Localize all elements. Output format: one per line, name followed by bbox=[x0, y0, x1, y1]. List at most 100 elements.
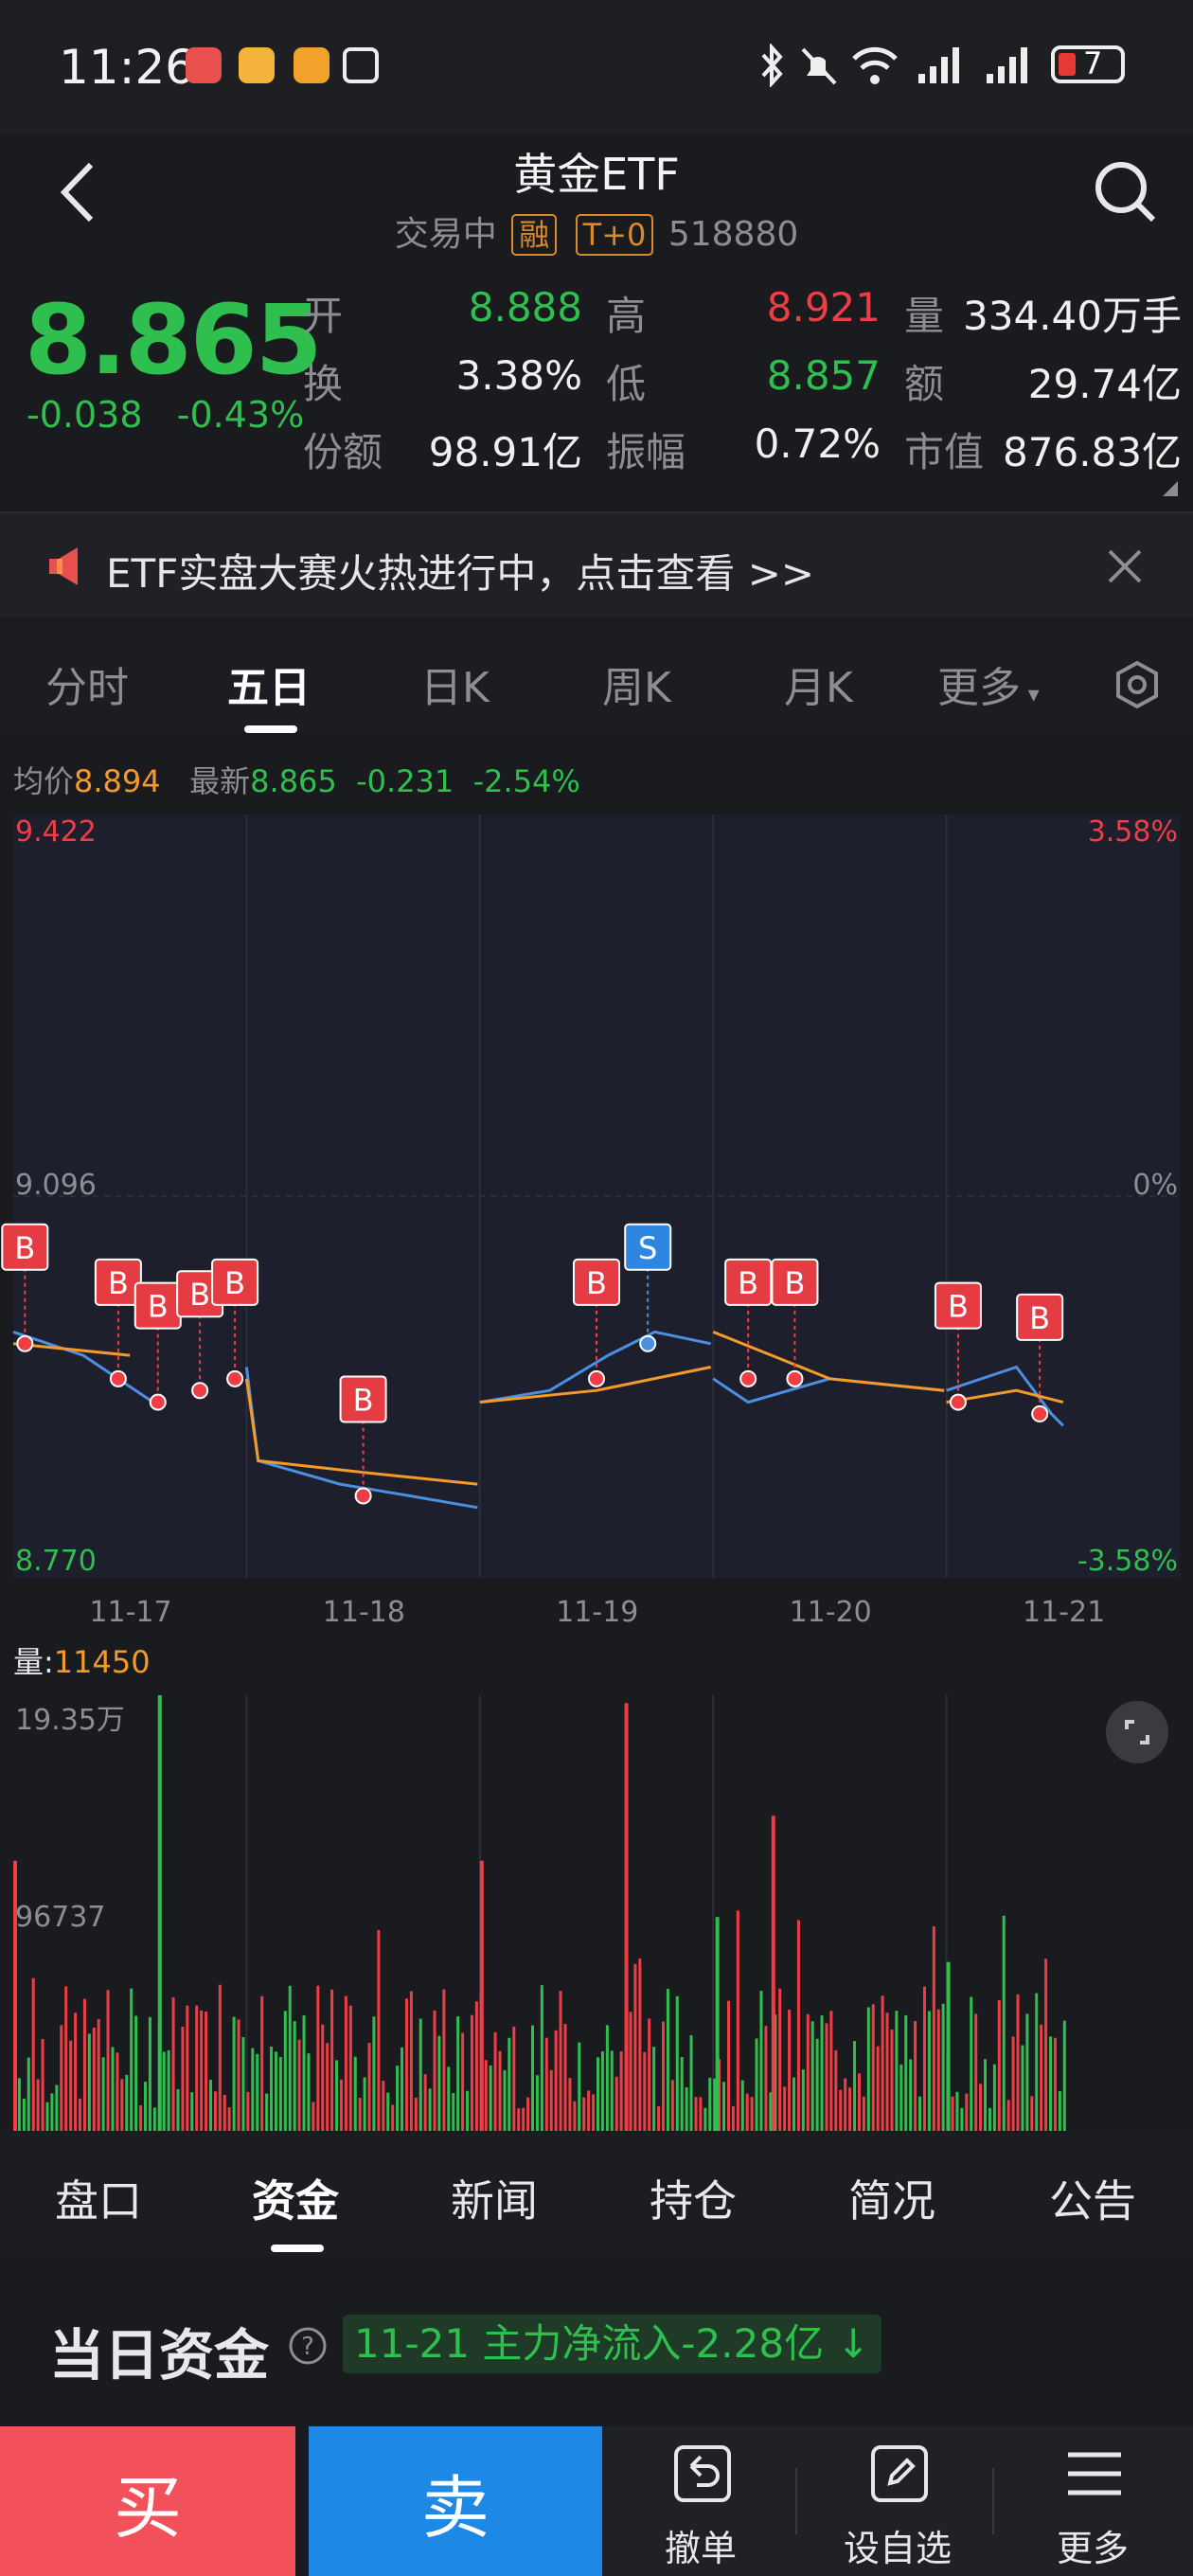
volume-bar bbox=[278, 2056, 282, 2131]
page-title: 黄金ETF bbox=[513, 149, 680, 200]
volume-bar bbox=[559, 1991, 562, 2131]
cancel-order-button[interactable]: 撤单 bbox=[606, 2426, 795, 2576]
info-tab-active-indicator bbox=[271, 2245, 324, 2252]
volume-bar bbox=[358, 2098, 362, 2131]
buy-button[interactable]: 买 bbox=[0, 2426, 295, 2576]
current-price: 8.865 bbox=[25, 284, 323, 397]
margin-tag: 融 bbox=[511, 214, 558, 256]
marker-label: B bbox=[189, 1277, 210, 1313]
volume-bar bbox=[801, 2069, 805, 2131]
volume-bar bbox=[181, 2026, 185, 2131]
volume-bar bbox=[489, 2065, 492, 2131]
y-tick-left: 9.422 bbox=[15, 815, 97, 849]
volume-bar bbox=[992, 2064, 996, 2131]
volume-bar bbox=[522, 2107, 525, 2131]
volume-bar bbox=[293, 2021, 296, 2131]
volume-label: 量: bbox=[13, 1644, 54, 1680]
volume-bar bbox=[909, 2059, 913, 2131]
volume-bar bbox=[1006, 2100, 1010, 2131]
volume-bar bbox=[442, 1989, 446, 2131]
price-change: -0.038 -0.43% bbox=[27, 394, 304, 436]
volume-bar bbox=[592, 2094, 596, 2131]
edit-icon bbox=[871, 2445, 928, 2502]
quote-label: 换 bbox=[303, 361, 344, 407]
tab-more[interactable]: 更多 ▾ bbox=[937, 653, 1040, 714]
help-icon[interactable]: ? bbox=[288, 2326, 328, 2366]
volume-bar bbox=[932, 1925, 935, 2131]
tab-five-day[interactable]: 五日 bbox=[227, 653, 311, 714]
volume-bar bbox=[474, 2001, 478, 2131]
volume-bar bbox=[297, 2039, 301, 2131]
sell-button[interactable]: 卖 bbox=[309, 2426, 602, 2576]
volume-bar bbox=[60, 2025, 63, 2131]
volume-bar bbox=[988, 2107, 991, 2131]
volume-bar bbox=[526, 2097, 530, 2131]
marker-label: B bbox=[948, 1289, 969, 1325]
tab-holdings[interactable]: 持仓 bbox=[650, 2167, 737, 2229]
volume-bar bbox=[45, 2102, 49, 2131]
volume-bar bbox=[17, 2078, 21, 2131]
close-icon[interactable] bbox=[1106, 547, 1144, 585]
expand-corner-icon[interactable] bbox=[1161, 479, 1180, 498]
volume-bar bbox=[605, 2025, 609, 2131]
volume-bar bbox=[433, 2010, 436, 2131]
search-icon[interactable] bbox=[1091, 157, 1159, 225]
y-tick-left: 9.096 bbox=[15, 1169, 97, 1202]
net-inflow-text: 11-21 主力净流入-2.28亿 bbox=[354, 2320, 825, 2367]
volume-bar bbox=[810, 2021, 814, 2131]
svg-text:?: ? bbox=[301, 2333, 314, 2361]
volume-bar bbox=[596, 2057, 599, 2131]
tab-announcements[interactable]: 公告 bbox=[1049, 2167, 1136, 2229]
x-tick-label: 11-17 bbox=[89, 1596, 171, 1629]
volume-spike bbox=[946, 1961, 951, 2131]
volume-bar bbox=[330, 1989, 334, 2131]
volume-spike bbox=[715, 1917, 720, 2131]
volume-bar bbox=[755, 2038, 758, 2131]
five-day-chart[interactable]: 9.422 9.096 8.770 3.58% 0% -3.58% 11-17 11-18 11… bbox=[0, 814, 1193, 2133]
volume-bar bbox=[256, 2053, 259, 2131]
trade-point bbox=[1031, 1404, 1049, 1422]
volume-bar bbox=[853, 2041, 857, 2131]
add-watchlist-button[interactable]: 设自选 bbox=[803, 2426, 992, 2576]
tab-intraday[interactable]: 分时 bbox=[45, 653, 129, 714]
volume-bar bbox=[246, 2091, 250, 2131]
volume-bar bbox=[703, 2107, 707, 2131]
volume-bar bbox=[876, 2046, 880, 2131]
volume-bar bbox=[139, 2105, 143, 2131]
volume-bar bbox=[404, 1998, 408, 2131]
volume-bar bbox=[101, 2057, 105, 2131]
volume-bar bbox=[97, 2019, 100, 2131]
volume-bar bbox=[148, 2016, 151, 2131]
avg-label: 均价 bbox=[13, 763, 75, 799]
more-button[interactable]: 更多 bbox=[998, 2426, 1187, 2576]
quote-label: 份额 bbox=[303, 429, 383, 475]
volume-bar bbox=[648, 2018, 651, 2131]
tab-daily-k[interactable]: 日K bbox=[420, 653, 490, 714]
volume-bar bbox=[918, 2096, 922, 2131]
tab-funds[interactable]: 资金 bbox=[252, 2167, 339, 2229]
marker-label: B bbox=[738, 1265, 758, 1301]
volume-bar bbox=[726, 2000, 730, 2131]
tab-monthly-k[interactable]: 月K bbox=[784, 653, 853, 714]
tab-weekly-k[interactable]: 周K bbox=[602, 653, 671, 714]
volume-bar bbox=[470, 2014, 473, 2131]
megaphone-icon bbox=[49, 547, 78, 585]
tab-news[interactable]: 新闻 bbox=[451, 2167, 538, 2229]
volume-bar bbox=[895, 2011, 899, 2131]
tab-more-label: 更多 bbox=[937, 664, 1021, 712]
volume-bar bbox=[176, 2089, 180, 2131]
tab-profile[interactable]: 简况 bbox=[848, 2167, 935, 2229]
volume-bar bbox=[829, 2011, 833, 2131]
volume-bar bbox=[208, 2080, 212, 2131]
trade-point bbox=[109, 1369, 127, 1387]
settings-icon[interactable] bbox=[1112, 659, 1163, 710]
divider bbox=[795, 2468, 797, 2534]
volume-bar bbox=[316, 1985, 320, 2131]
banner-text[interactable]: ETF实盘大赛火热进行中，点击查看 >> bbox=[106, 542, 814, 599]
volume-bar bbox=[50, 2093, 54, 2131]
volume-bar bbox=[251, 2048, 255, 2131]
fullscreen-button[interactable] bbox=[1106, 1701, 1168, 1763]
volume-bar bbox=[554, 2030, 558, 2131]
trade-point bbox=[226, 1369, 244, 1387]
tab-order-book[interactable]: 盘口 bbox=[55, 2167, 142, 2229]
